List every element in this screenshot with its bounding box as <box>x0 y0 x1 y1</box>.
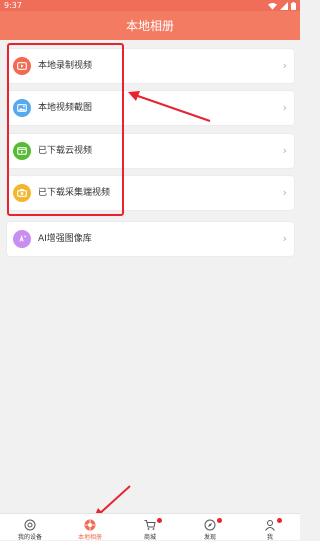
bottom-nav: 我的设备 本地相册 商城 发现 我 <box>0 513 300 541</box>
badge-dot <box>277 518 282 523</box>
badge-dot <box>157 518 162 523</box>
cart-icon <box>144 520 156 530</box>
nav-discover[interactable]: 发现 <box>180 514 240 541</box>
compass-icon <box>204 519 216 531</box>
device-icon <box>24 519 36 531</box>
annotation-arrow-top <box>128 91 211 122</box>
nav-me[interactable]: 我 <box>240 514 300 541</box>
nav-local-album[interactable]: 本地相册 <box>60 514 120 541</box>
nav-mall[interactable]: 商城 <box>120 514 180 541</box>
profile-icon <box>265 520 275 531</box>
badge-dot <box>217 518 222 523</box>
album-icon <box>84 519 96 531</box>
nav-my-devices[interactable]: 我的设备 <box>0 514 60 541</box>
annotation-arrows <box>93 91 211 520</box>
